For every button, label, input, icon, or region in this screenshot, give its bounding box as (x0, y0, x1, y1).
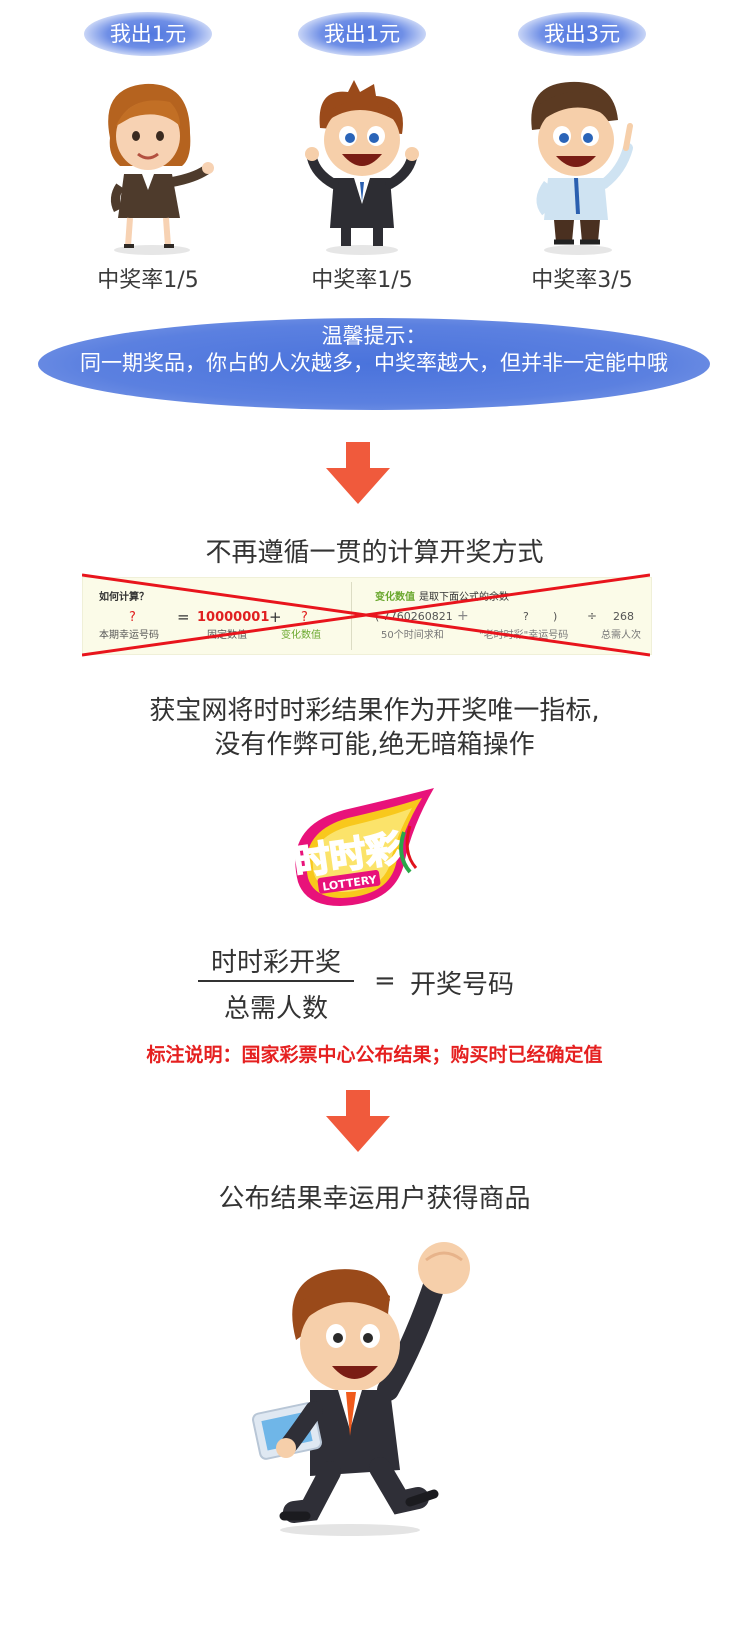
warm-tip-banner: 温馨提示： 同一期奖品，你占的人次越多，中奖率越大，但并非一定能中哦 (38, 318, 710, 410)
boy-character-illustration (305, 80, 419, 255)
tip-body: 同一期奖品，你占的人次越多，中奖率越大，但并非一定能中哦 (80, 351, 668, 375)
note-text: 标注说明：国家彩票中心公布结果；购买时已经确定值 (146, 1044, 603, 1066)
ssc-lottery-logo: 时时彩 LOTTERY (291, 788, 434, 906)
pointing-boy-character-illustration (531, 81, 633, 255)
final-headline: 公布结果幸运用户获得商品 (218, 1184, 531, 1214)
formula-equals: = (374, 966, 396, 996)
woman-character-illustration (108, 83, 214, 255)
fraction-bar (198, 980, 354, 982)
win-rate-2: 中奖率1/5 (311, 268, 413, 293)
down-arrow-icon (326, 442, 390, 504)
pay-badge-1: 我出1元 (84, 12, 212, 56)
win-rate-3: 中奖率3/5 (531, 268, 633, 293)
statement-line-2: 没有作弊可能,绝无暗箱操作 (214, 730, 535, 760)
pay-badge-2: 我出1元 (298, 12, 426, 56)
down-arrow-icon-2 (326, 1090, 390, 1152)
statement-line-1: 获宝网将时时彩结果作为开奖唯一指标, (149, 696, 600, 726)
old-method-headline: 不再遵循一贯的计算开奖方式 (205, 538, 544, 568)
formula-numerator: 时时彩开奖 (210, 948, 341, 978)
formula-result: 开奖号码 (410, 970, 515, 1000)
formula-denominator: 总需人数 (223, 994, 328, 1024)
cheering-man-character-illustration (252, 1242, 470, 1536)
pay-badge-3: 我出3元 (518, 12, 646, 56)
tip-title: 温馨提示： (321, 324, 427, 348)
win-rate-1: 中奖率1/5 (97, 268, 199, 293)
cross-out-mark (82, 573, 650, 657)
